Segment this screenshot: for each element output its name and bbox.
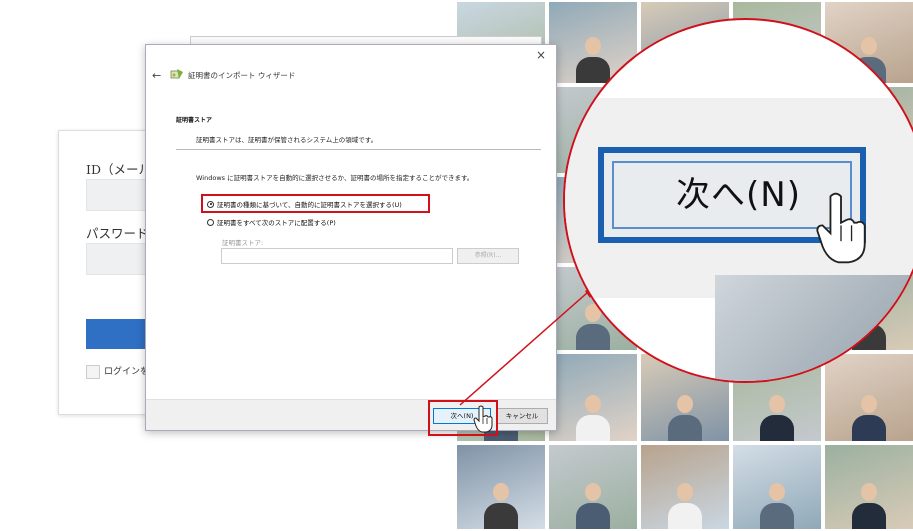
zoom-callout: 次へ(N) — [563, 18, 913, 383]
hand-pointer-icon — [816, 192, 866, 264]
zoom-background-photo — [715, 275, 913, 381]
